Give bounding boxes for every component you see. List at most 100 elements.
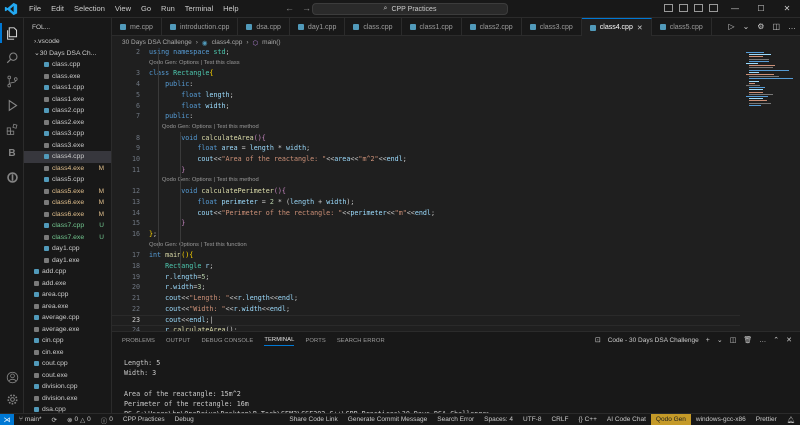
close-icon[interactable]: ✕: [637, 24, 643, 32]
file-item[interactable]: class1.cpp: [24, 82, 111, 94]
status-item-crlf[interactable]: CRLF: [546, 416, 573, 423]
breadcrumb-file[interactable]: class4.cpp: [212, 39, 243, 46]
status-item-spaces-4[interactable]: Spaces: 4: [479, 416, 518, 423]
account-icon[interactable]: [5, 370, 19, 384]
menu-item-selection[interactable]: Selection: [69, 4, 110, 13]
file-item[interactable]: average.cpp: [24, 312, 111, 324]
tab-class5-cpp[interactable]: class5.cpp: [652, 18, 712, 36]
menu-item-run[interactable]: Run: [156, 4, 180, 13]
source-control-icon[interactable]: [5, 74, 19, 88]
tab-me-cpp[interactable]: me.cpp: [112, 18, 162, 36]
tab-introduction-cpp[interactable]: introduction.cpp: [162, 18, 239, 36]
close-panel-icon[interactable]: ✕: [786, 336, 792, 344]
folder-item[interactable]: › .vscode: [24, 36, 111, 48]
file-item[interactable]: division.exe: [24, 393, 111, 405]
file-item[interactable]: area.exe: [24, 301, 111, 313]
folder-item[interactable]: ⌄ 30 Days DSA Ch...: [24, 48, 111, 60]
qodo-icon[interactable]: [5, 170, 19, 184]
panel-tab-terminal[interactable]: TERMINAL: [264, 337, 295, 346]
tab-class4-cpp[interactable]: class4.cpp ✕: [581, 18, 652, 36]
file-item[interactable]: class5.exe M: [24, 186, 111, 198]
file-item[interactable]: class3.cpp: [24, 128, 111, 140]
file-item[interactable]: class7.cpp U: [24, 220, 111, 232]
file-item[interactable]: cout.exe: [24, 370, 111, 382]
status-item-windows-gcc-x86[interactable]: windows-gcc-x86: [691, 416, 751, 423]
more-actions-icon[interactable]: …: [788, 22, 796, 31]
file-item[interactable]: class1.exe: [24, 94, 111, 106]
file-item[interactable]: class2.cpp: [24, 105, 111, 117]
sync-status[interactable]: ⟳: [47, 416, 62, 424]
menu-item-help[interactable]: Help: [218, 4, 243, 13]
run-debug-icon[interactable]: [5, 98, 19, 112]
maximize-icon[interactable]: ☐: [748, 0, 774, 18]
code-lens[interactable]: Qodo Gen: Options | Test this method: [149, 177, 259, 183]
new-terminal-icon[interactable]: +: [706, 337, 710, 344]
menu-item-go[interactable]: Go: [136, 4, 156, 13]
status-item-debug[interactable]: Debug: [170, 416, 199, 423]
breadcrumb-folder[interactable]: 30 Days DSA Challenge: [122, 39, 192, 46]
status-item-qodo-gen[interactable]: Qodo Gen: [650, 413, 691, 425]
tab-class-cpp[interactable]: class.cpp: [345, 18, 402, 36]
file-item[interactable]: class3.exe: [24, 140, 111, 152]
terminal-dropdown-icon[interactable]: ⌄: [717, 336, 723, 344]
file-item[interactable]: add.exe: [24, 278, 111, 290]
file-item[interactable]: class5.cpp: [24, 174, 111, 186]
back-arrow-icon[interactable]: ←: [285, 3, 294, 13]
tab-class3-cpp[interactable]: class3.cpp: [522, 18, 582, 36]
panel-tab-output[interactable]: OUTPUT: [166, 338, 190, 344]
menu-item-edit[interactable]: Edit: [46, 4, 69, 13]
run-file-icon[interactable]: ▷: [728, 22, 734, 31]
file-item[interactable]: class.cpp: [24, 59, 111, 71]
status-item-share-code-link[interactable]: Share Code Link: [284, 416, 342, 423]
tab-dsa-cpp[interactable]: dsa.cpp: [238, 18, 290, 36]
toggle-secondary-sidebar-icon[interactable]: [694, 4, 703, 12]
file-item[interactable]: division.cpp: [24, 381, 111, 393]
split-editor-icon[interactable]: ◫: [772, 22, 780, 31]
file-item[interactable]: dsa.cpp: [24, 404, 111, 413]
minimize-icon[interactable]: —: [722, 0, 748, 18]
run-dropdown-icon[interactable]: ⌄: [743, 22, 750, 31]
panel-tab-ports[interactable]: PORTS: [305, 338, 325, 344]
terminal-selector[interactable]: Code - 30 Days DSA Challenge: [608, 337, 699, 344]
file-item[interactable]: cin.cpp: [24, 335, 111, 347]
remote-indicator-icon[interactable]: ⋊: [0, 413, 14, 425]
info-status[interactable]: ⓘ 0: [96, 415, 118, 425]
toggle-panel-icon[interactable]: [679, 4, 688, 12]
panel-tab-search-error[interactable]: SEARCH ERROR: [337, 338, 385, 344]
file-item[interactable]: cout.cpp: [24, 358, 111, 370]
code-editor[interactable]: 2 using namespace std; Qodo Gen: Options |…: [112, 48, 740, 331]
split-terminal-icon[interactable]: ◫: [730, 336, 737, 344]
status-item-ai-code-chat[interactable]: AI Code Chat: [602, 416, 651, 423]
customize-layout-icon[interactable]: [709, 4, 718, 12]
minimap[interactable]: [740, 48, 800, 331]
panel-tab-problems[interactable]: PROBLEMS: [122, 338, 155, 344]
maximize-panel-icon[interactable]: ⌃: [773, 336, 779, 344]
forward-arrow-icon[interactable]: →: [302, 3, 311, 13]
kill-terminal-icon[interactable]: 🗑: [743, 336, 752, 344]
code-lens[interactable]: Qodo Gen: Options | Test this class: [149, 60, 240, 66]
status-item-cpp-practices[interactable]: CPP Practices: [118, 416, 170, 423]
file-item[interactable]: class.exe: [24, 71, 111, 83]
file-item[interactable]: class4.exe M: [24, 163, 111, 175]
status-item--c-[interactable]: {} C++: [573, 416, 601, 423]
file-item[interactable]: class6.exe M: [24, 209, 111, 221]
tab-class1-cpp[interactable]: class1.cpp: [402, 18, 462, 36]
breadcrumb-symbol[interactable]: main(): [262, 39, 280, 46]
blackbox-icon[interactable]: B: [5, 146, 19, 160]
file-item[interactable]: class4.cpp: [24, 151, 111, 163]
toggle-sidebar-icon[interactable]: [664, 4, 673, 12]
status-item-generate-commit-message[interactable]: Generate Commit Message: [343, 416, 432, 423]
explorer-icon[interactable]: [0, 23, 19, 43]
tab-day1-cpp[interactable]: day1.cpp: [290, 18, 346, 36]
file-item[interactable]: cin.exe: [24, 347, 111, 359]
command-center[interactable]: ⌕ CPP Practices: [312, 3, 508, 15]
settings-gear-icon[interactable]: [5, 392, 19, 406]
problems-status[interactable]: ⊗ 0 △ 0: [62, 416, 96, 424]
status-item-utf-8[interactable]: UTF-8: [518, 416, 546, 423]
file-item[interactable]: class7.exe U: [24, 232, 111, 244]
compare-icon[interactable]: ⚙: [757, 22, 764, 31]
branch-status[interactable]: ⑂ main*: [14, 416, 47, 423]
panel-tab-debug-console[interactable]: DEBUG CONSOLE: [201, 338, 253, 344]
file-item[interactable]: average.exe: [24, 324, 111, 336]
file-item[interactable]: class2.exe: [24, 117, 111, 129]
